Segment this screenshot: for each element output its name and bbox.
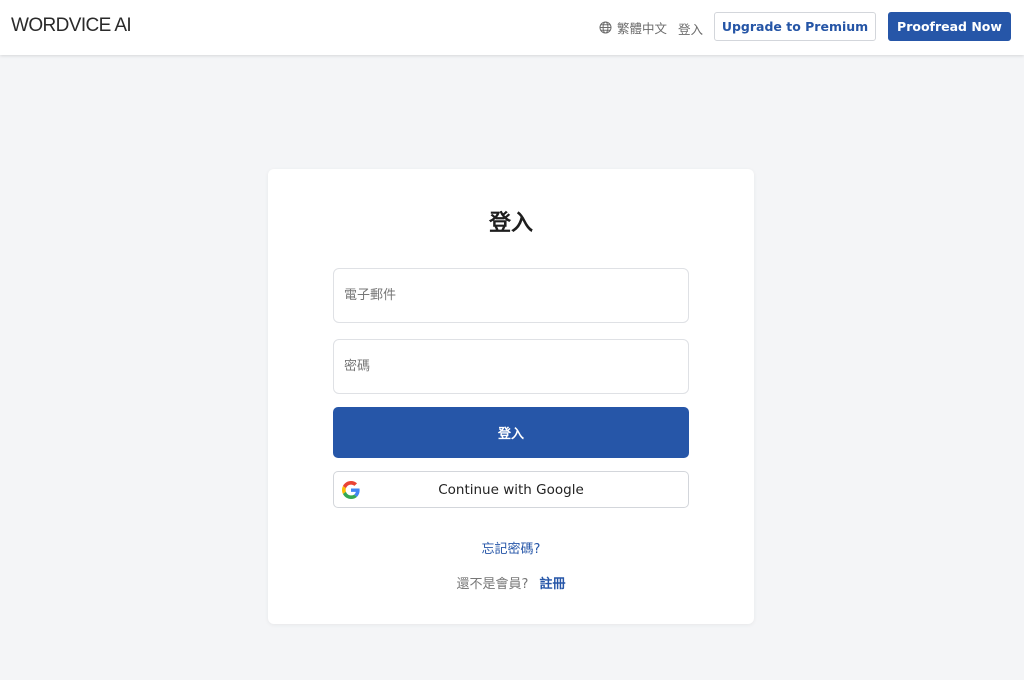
language-selector[interactable]: 繁體中文 [599, 18, 667, 37]
globe-icon [599, 21, 612, 34]
password-field-container[interactable] [333, 339, 689, 394]
email-input[interactable] [344, 269, 688, 322]
forgot-password-link[interactable]: 忘記密碼? [268, 538, 754, 557]
header-login-link[interactable]: 登入 [678, 19, 703, 38]
login-title: 登入 [488, 211, 533, 236]
google-icon [342, 481, 360, 499]
signup-link[interactable]: 註冊 [540, 577, 566, 592]
continue-with-google-button[interactable]: Continue with Google [333, 471, 689, 508]
proofread-now-button[interactable]: Proofread Now [888, 12, 1011, 41]
login-card: 登入 登入 Continue with Google 忘記密碼? 還不是會員? … [268, 169, 754, 624]
upgrade-to-premium-button[interactable]: Upgrade to Premium [714, 12, 876, 41]
wordvice-logo[interactable]: WORDVICE AI [11, 15, 132, 37]
signup-row: 還不是會員? 註冊 [268, 573, 754, 592]
email-field-container[interactable] [333, 268, 689, 323]
top-navigation-bar: WORDVICE AI 繁體中文 登入 Upgrade to Premium P… [0, 0, 1024, 55]
password-input[interactable] [344, 340, 688, 393]
login-button[interactable]: 登入 [333, 407, 689, 458]
not-member-text: 還不是會員? [456, 577, 529, 592]
google-button-label: Continue with Google [438, 481, 584, 498]
language-label: 繁體中文 [617, 21, 668, 36]
